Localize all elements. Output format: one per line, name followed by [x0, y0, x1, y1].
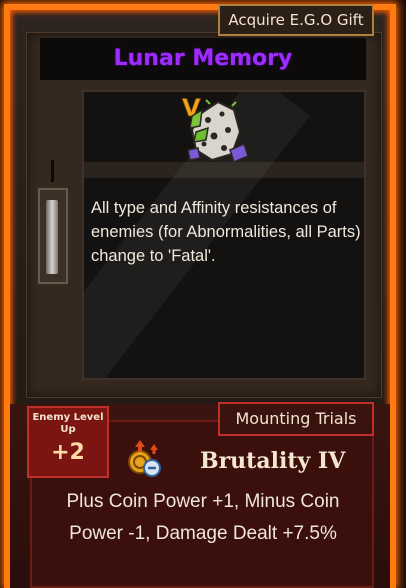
lunar-memory-gift-icon: V	[182, 94, 249, 164]
coin-power-icon	[128, 440, 161, 477]
mounting-trials-label: Mounting Trials	[218, 402, 374, 436]
gift-description: All type and Affinity resistances of ene…	[91, 199, 361, 265]
door-latch	[51, 160, 54, 182]
enemy-level-value: +2	[51, 440, 85, 465]
enemy-level-badge: Enemy Level Up +2	[27, 406, 109, 478]
keyword-name: Brutality IV	[200, 448, 346, 474]
enemy-level-label: Enemy Level Up	[32, 412, 104, 435]
gift-name: Lunar Memory	[113, 46, 293, 71]
gift-title-bar: Lunar Memory	[40, 38, 366, 80]
keyword-description: Plus Coin Power +1, Minus Coin Power -1,…	[66, 491, 340, 544]
acquire-ego-gift-label: Acquire E.G.O Gift	[218, 4, 374, 36]
door-handle	[46, 200, 58, 274]
